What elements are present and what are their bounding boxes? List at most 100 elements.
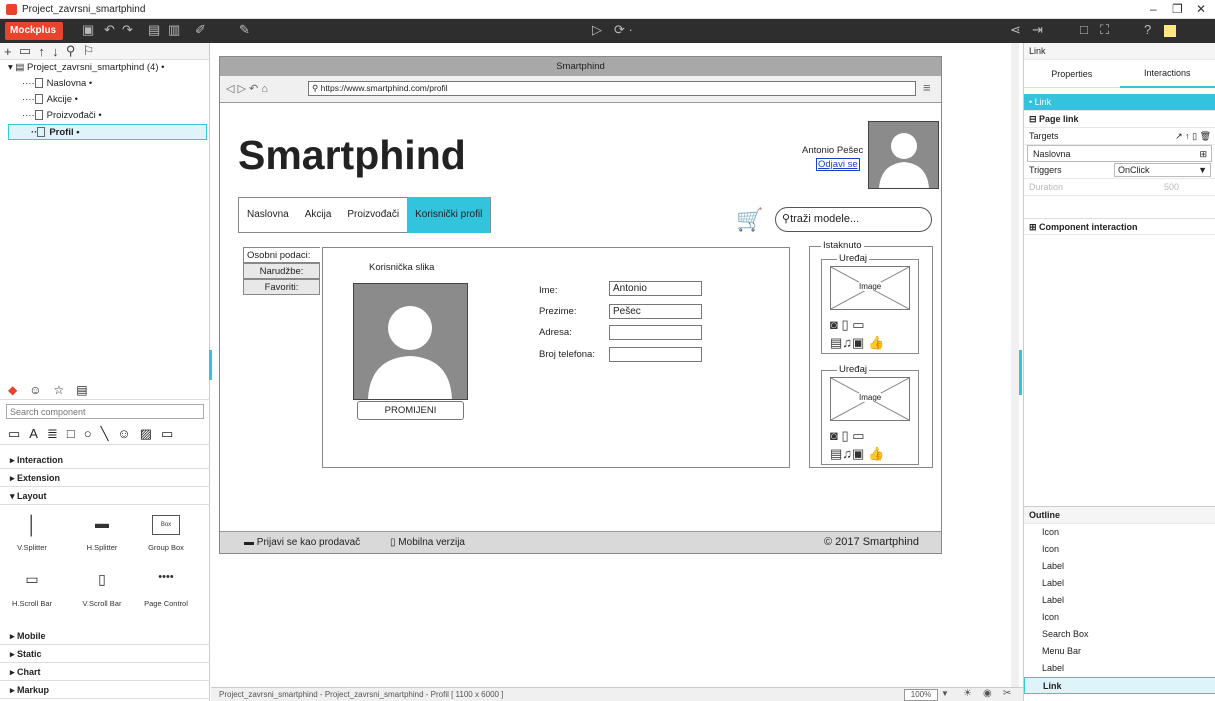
zoom-select[interactable]: 100% <box>904 689 938 701</box>
category-static[interactable]: ▸ Static <box>0 645 210 663</box>
change-photo-button[interactable]: PROMIJENI <box>357 401 464 420</box>
nav-akcija[interactable]: Akcija <box>297 197 340 233</box>
hscrollbar-item[interactable]: ▭ H.Scroll Bar <box>2 571 62 608</box>
format-painter-icon[interactable]: ✐ <box>195 22 206 38</box>
eye-icon[interactable]: ◉ <box>983 688 992 699</box>
left-splitter-handle[interactable] <box>209 350 212 380</box>
align-icon[interactable]: ▤ <box>148 22 160 38</box>
component-interaction-section[interactable]: ⊞ Component interaction <box>1024 218 1215 235</box>
add-page-icon[interactable]: + <box>4 44 12 59</box>
vsplitter-item[interactable]: │ V.Splitter <box>2 515 62 552</box>
help-icon[interactable]: ? <box>1144 22 1151 37</box>
master-tab-icon[interactable]: ▤ <box>76 383 87 397</box>
hsplitter-item[interactable]: ▬ H.Splitter <box>72 515 132 552</box>
tree-page-proizvodaci[interactable]: ···· Proizvođači • <box>0 108 209 124</box>
minimize-icon[interactable]: – <box>1150 2 1157 16</box>
save-icon[interactable]: ▣ <box>82 22 94 38</box>
text-shape-icon[interactable]: A <box>29 426 38 441</box>
input-ime[interactable]: Antonio <box>609 281 702 296</box>
favorites-tab-icon[interactable]: ☆ <box>54 383 65 397</box>
nav-korisnicki-profil[interactable]: Korisnički profil <box>407 197 491 233</box>
input-adresa[interactable] <box>609 325 702 340</box>
flag-icon[interactable]: ⚐ <box>83 43 95 59</box>
outline-item[interactable]: Menu Bar <box>1024 643 1215 660</box>
close-icon[interactable]: ✕ <box>1196 2 1206 16</box>
distribute-icon[interactable]: ▥ <box>168 22 180 38</box>
circle-shape-icon[interactable]: ○ <box>84 426 92 441</box>
link-interaction-row[interactable]: • Link <box>1024 94 1215 111</box>
nav-buttons-icon[interactable]: ◁ ▷ ↶ ⌂ <box>226 82 268 95</box>
nav-naslovna[interactable]: Naslovna <box>239 197 297 233</box>
trigger-select[interactable]: OnClick ▼ <box>1114 163 1211 177</box>
project-root[interactable]: ▾ ▤ Project_zavrsni_smartphind (4) • <box>0 60 209 76</box>
image-shape-icon[interactable]: ▨ <box>140 426 152 442</box>
emoji-shape-icon[interactable]: ☺ <box>117 426 130 441</box>
duration-value[interactable]: 500 <box>1164 179 1179 196</box>
tool-icon[interactable]: ✂ <box>1003 688 1011 699</box>
sync-icon[interactable]: ⟳ · <box>614 22 633 38</box>
category-layout[interactable]: ▾ Layout <box>0 487 210 505</box>
input-prezime[interactable]: Pešec <box>609 304 702 319</box>
outline-item[interactable]: Label <box>1024 575 1215 592</box>
tab-interactions[interactable]: Interactions <box>1119 60 1215 88</box>
vscrollbar-item[interactable]: ▯ V.Scroll Bar <box>72 571 132 608</box>
cart-icon[interactable]: 🛒 <box>736 207 763 233</box>
seller-link[interactable]: ▬ Prijavi se kao prodavač <box>244 537 360 548</box>
line-shape-icon[interactable]: ╲ <box>101 426 109 442</box>
tab-narudzbe[interactable]: Narudžbe: <box>243 263 320 279</box>
target-actions-icon[interactable]: ↗ ↑ ▯ 🗑 <box>1175 128 1211 145</box>
category-extension[interactable]: ▸ Extension <box>0 469 210 487</box>
right-splitter-handle[interactable] <box>1019 350 1022 395</box>
outline-item[interactable]: Icon <box>1024 524 1215 541</box>
fullscreen-icon[interactable]: ⛶ <box>1100 22 1109 38</box>
groupbox-item[interactable]: Box Group Box <box>136 515 196 552</box>
button-shape-icon[interactable]: ▭ <box>8 426 20 442</box>
menu-icon[interactable]: ≡ <box>923 80 931 95</box>
zoom-dropdown-icon[interactable]: ▼ <box>941 689 949 698</box>
move-up-icon[interactable]: ↑ <box>38 44 45 59</box>
outline-item[interactable]: Icon <box>1024 541 1215 558</box>
canvas-vscrollbar[interactable] <box>1011 43 1019 687</box>
tree-page-akcije[interactable]: ···· Akcije • <box>0 92 209 108</box>
page-link-section[interactable]: ⊟ Page link <box>1024 111 1215 128</box>
outline-item[interactable]: Label <box>1024 592 1215 609</box>
site-search-box[interactable]: ⚲traži modele... <box>775 207 932 232</box>
redo-icon[interactable]: ↷ <box>122 22 133 38</box>
category-markup[interactable]: ▸ Markup <box>0 681 210 699</box>
target-select[interactable]: Naslovna ⊞ <box>1027 145 1212 162</box>
input-shape-icon[interactable]: ▭ <box>161 426 173 442</box>
pagecontrol-item[interactable]: •••• Page Control <box>136 571 196 608</box>
outline-item[interactable]: Label <box>1024 558 1215 575</box>
outline-item[interactable]: Label <box>1024 660 1215 677</box>
tab-properties[interactable]: Properties <box>1024 69 1120 79</box>
category-interaction[interactable]: ▸ Interaction <box>0 451 210 469</box>
tab-favoriti[interactable]: Favoriti: <box>243 279 320 295</box>
outline-item[interactable]: Search Box <box>1024 626 1215 643</box>
tab-osobni-podaci[interactable]: Osobni podaci: <box>243 247 320 263</box>
restore-icon[interactable]: ❐ <box>1172 2 1183 16</box>
components-tab-icon[interactable]: ◆ <box>8 383 17 397</box>
mockplus-menu-button[interactable]: Mockplus ▾ <box>5 22 63 54</box>
browser-mockup[interactable]: Smartphind ◁ ▷ ↶ ⌂ ⚲ https://www.smartph… <box>219 56 942 554</box>
frame-icon[interactable]: □ <box>1080 22 1088 37</box>
tree-page-naslovna[interactable]: ···· Naslovna • <box>0 76 209 92</box>
outline-item-selected[interactable]: Link <box>1024 677 1215 694</box>
mobile-link[interactable]: ▯ Mobilna verzija <box>390 537 465 548</box>
category-chart[interactable]: ▸ Chart <box>0 663 210 681</box>
tree-page-profil[interactable]: ·· Profil • <box>8 124 207 140</box>
note-icon[interactable] <box>1164 25 1176 37</box>
category-mobile[interactable]: ▸ Mobile <box>0 627 210 645</box>
url-field[interactable]: ⚲ https://www.smartphind.com/profil <box>308 81 916 96</box>
undo-icon[interactable]: ↶ <box>104 22 115 38</box>
share-icon[interactable]: ⋖ <box>1010 22 1021 38</box>
paragraph-shape-icon[interactable]: ≣ <box>47 426 58 442</box>
play-icon[interactable]: ▷ <box>592 22 602 38</box>
input-broj-telefona[interactable] <box>609 347 702 362</box>
nav-proizvodaci[interactable]: Proizvođači <box>339 197 407 233</box>
logout-link[interactable]: Odjavi se <box>816 158 860 171</box>
icons-tab-icon[interactable]: ☺ <box>29 383 41 397</box>
search-icon[interactable]: ⚲ <box>66 43 76 59</box>
add-folder-icon[interactable]: ▭ <box>19 43 31 59</box>
sun-icon[interactable]: ☀ <box>963 688 972 699</box>
outline-item[interactable]: Icon <box>1024 609 1215 626</box>
